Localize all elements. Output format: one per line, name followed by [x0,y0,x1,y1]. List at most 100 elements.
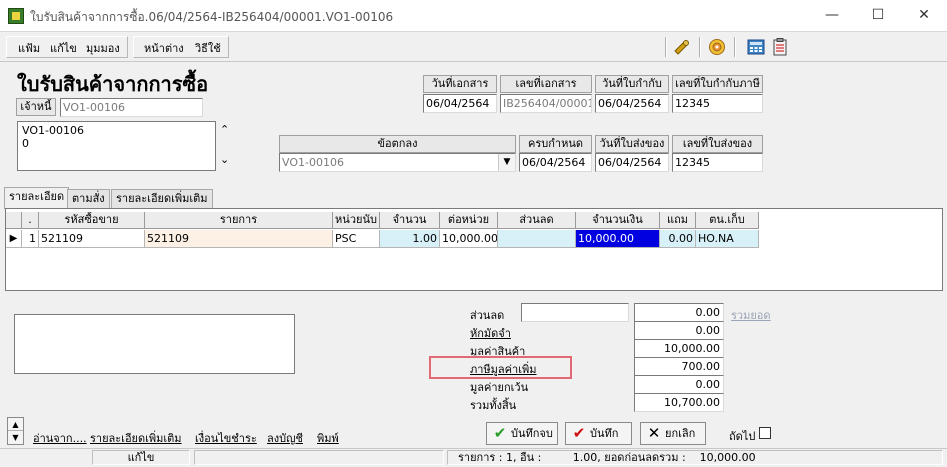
due-date-field[interactable]: 06/04/2564 [519,153,592,172]
total-link[interactable]: รวมยอด [731,306,771,324]
grid-cell-discount[interactable] [498,230,576,248]
summary-deposit-label[interactable]: หักมัดจำ [470,324,511,342]
spin-down-icon[interactable]: ▼ [8,431,23,444]
grid-cell-price[interactable]: 10,000.00 [440,230,498,248]
page-title: ใบรับสินค้าจากการซื้อ [17,72,209,96]
save-button[interactable]: ✔ บันทึก [565,422,632,445]
doc-date-field[interactable]: 06/04/2564 [423,94,497,113]
grid-header-index: . [22,212,39,229]
summary-discount-input[interactable] [521,303,629,322]
spin-up-icon[interactable]: ▲ [8,418,23,431]
cancel-label: ยกเลิก [665,427,696,440]
tab-by-order[interactable]: ตามสั่ง [67,189,110,209]
next-checkbox[interactable] [759,427,771,439]
grid-header-unit: หน่วยนับ [333,212,380,229]
status-mode: แก้ไข [92,450,190,465]
doc-date-label: วันที่เอกสาร [423,75,497,93]
clipboard-icon[interactable] [769,37,791,57]
grid-header-qty: จำนวน [380,212,440,229]
grid-cell-amount[interactable]: 10,000.00 [576,230,660,248]
grid-cell-qty[interactable]: 1.00 [380,230,440,248]
payment-terms-link[interactable]: เงื่อนไขชำระ [195,429,257,447]
maximize-button[interactable]: ☐ [855,0,901,31]
close-icon: ✕ [647,424,661,442]
creditor-info-line: VO1-00106 [22,124,84,137]
menu-toolbar: แฟ้ม แก้ไข มุมมอง หน้าต่าง วิธีใช้ [0,32,947,62]
summary-vat-value: 700.00 [634,357,724,376]
summary-vat-label[interactable]: ภาษีมูลค่าเพิ่ม [470,360,536,378]
tax-invoice-no-field[interactable]: 12345 [672,94,763,113]
row-pointer-icon: ▶ [6,230,22,248]
grid-header-location: ตน.เก็บ [696,212,759,229]
grid-cell-free[interactable]: 0.00 [660,230,696,248]
grid-header-price: ต่อหน่วย [440,212,498,229]
summary-grand-total-label: รวมทั้งสิ้น [470,399,517,412]
toolbar-separator [665,37,667,57]
phone-icon[interactable] [671,37,693,57]
app-icon [8,8,24,24]
tab-details[interactable]: รายละเอียด [4,187,70,209]
tax-invoice-date-field[interactable]: 06/04/2564 [595,94,669,113]
next-label: ถัดไป [729,430,756,443]
grid-cell-index[interactable]: 1 [22,230,39,248]
grid-header-amount: จำนวนเงิน [576,212,660,229]
save-label: บันทึก [590,427,619,440]
print-link[interactable]: พิมพ์ [317,429,339,447]
delivery-no-field[interactable]: 12345 [672,153,763,172]
toolbar-separator [734,37,736,57]
menu-edit[interactable]: แก้ไข [50,39,77,57]
menu-help[interactable]: วิธีใช้ [195,39,221,57]
scroll-up-icon[interactable]: ⌃ [220,123,229,136]
record-spinner[interactable]: ▲ ▼ [7,417,24,445]
target-icon[interactable] [706,37,728,57]
menu-file[interactable]: แฟ้ม [18,39,40,57]
tax-invoice-no-label: เลขที่ใบกำกับภาษี [672,75,763,93]
scroll-down-icon[interactable]: ⌄ [220,153,229,166]
post-account-link[interactable]: ลงบัญชี [267,429,303,447]
more-details-link[interactable]: รายละเอียดเพิ่มเติม [90,429,182,447]
creditor-info-box[interactable]: VO1-00106 0 [17,121,216,171]
minimize-button[interactable]: — [809,0,855,31]
creditor-info-line: 0 [22,137,29,150]
status-info: รายการ : 1, อื่น : 1.00, ยอดก่อนลดรวม : … [447,450,943,465]
summary-grand-total-value: 10,700.00 [634,393,724,412]
window-titlebar: ใบรับสินค้าจากการซื้อ.06/04/2564-IB25640… [0,0,947,31]
chevron-down-icon[interactable]: ▼ [498,154,515,171]
summary-exempt-label: มูลค่ายกเว้น [470,381,529,394]
form-client-area: แฟ้ม แก้ไข มุมมอง หน้าต่าง วิธีใช้ ใบรับ… [0,31,947,467]
summary-goods-value: 10,000.00 [634,339,724,358]
grid-cell-code[interactable]: 521109 [39,230,145,248]
remark-textbox[interactable] [14,314,295,374]
summary-discount-label: ส่วนลด [470,309,505,322]
delivery-date-label: วันที่ใบส่งของ [595,135,669,153]
doc-no-label: เลขที่เอกสาร [500,75,592,93]
doc-no-field[interactable]: IB256404/00001 [500,94,592,113]
agreement-select[interactable]: VO1-00106 ▼ [279,153,516,172]
grid-header-indicator [6,212,22,229]
summary-deposit-value: 0.00 [634,321,724,340]
checkmark-icon: ✔ [572,424,586,442]
creditor-code-field[interactable]: VO1-00106 [60,98,203,117]
toolbar-separator [699,37,701,57]
save-and-close-button[interactable]: ✔ บันทึกจบ [486,422,558,445]
delivery-no-label: เลขที่ใบส่งของ [672,135,763,153]
cancel-button[interactable]: ✕ ยกเลิก [640,422,706,445]
menu-window[interactable]: หน้าต่าง [144,39,184,57]
grid-cell-item[interactable]: 521109 [145,230,333,248]
close-button[interactable]: ✕ [901,0,947,31]
grid-header-free: แถม [660,212,696,229]
grid-cell-location[interactable]: HO.NA [696,230,759,248]
read-from-link[interactable]: อ่านจาก.... [33,429,87,447]
menu-view[interactable]: มุมมอง [86,39,120,57]
agreement-value: VO1-00106 [282,156,344,169]
grid-header-code: รหัสซื้อขาย [39,212,145,229]
checkmark-icon: ✔ [493,424,507,442]
creditor-label: เจ้าหนี้ [16,98,56,116]
tab-more-details[interactable]: รายละเอียดเพิ่มเติม [111,189,213,209]
delivery-date-field[interactable]: 06/04/2564 [595,153,669,172]
grid-cell-unit[interactable]: PSC [333,230,380,248]
calculator-icon[interactable] [745,37,767,57]
items-grid[interactable]: . รหัสซื้อขาย รายการ หน่วยนับ จำนวน ต่อห… [5,208,943,291]
window-title: ใบรับสินค้าจากการซื้อ.06/04/2564-IB25640… [30,10,394,24]
summary-discount-value: 0.00 [634,303,724,322]
